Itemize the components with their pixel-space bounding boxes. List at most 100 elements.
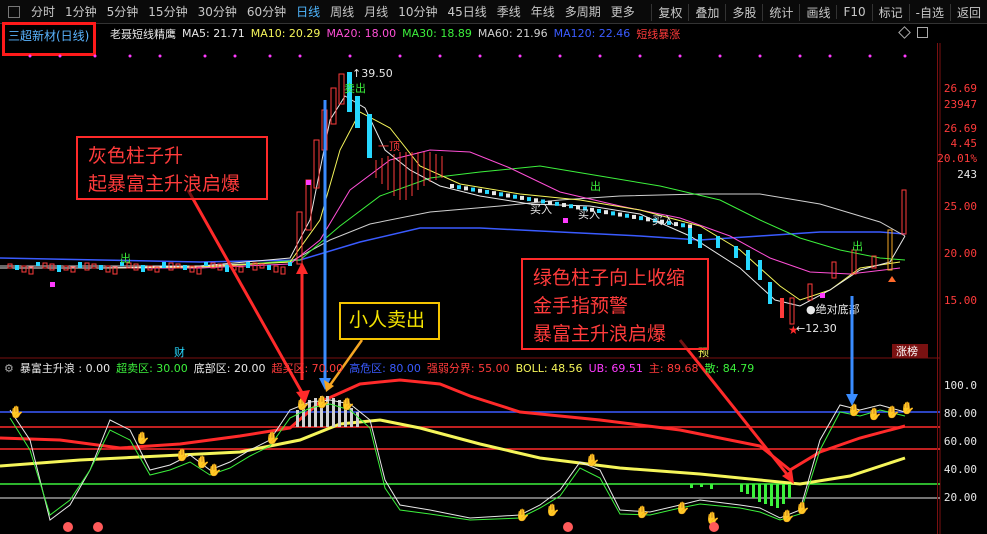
tab-14[interactable]: 更多 bbox=[606, 3, 640, 20]
annotation-small: 小人卖出 bbox=[339, 302, 440, 340]
buy2-label: 买入 bbox=[578, 208, 600, 221]
right-tab-6[interactable]: 标记 bbox=[871, 3, 909, 21]
svg-text:✋: ✋ bbox=[265, 431, 280, 445]
annotation-small-text: 小人卖出 bbox=[349, 309, 426, 331]
axis-tick-8: 20.00 bbox=[943, 247, 977, 260]
tab-4[interactable]: 30分钟 bbox=[193, 3, 242, 20]
svg-text:✋: ✋ bbox=[867, 407, 882, 421]
svg-text:✋: ✋ bbox=[175, 448, 190, 462]
ma10-label: MA10: 20.29 bbox=[250, 27, 321, 40]
svg-text:✋: ✋ bbox=[885, 405, 900, 419]
tab-7[interactable]: 周线 bbox=[325, 3, 359, 20]
kline-chart[interactable]: ★ ↑39.50 ←12.30 卖出 一顶 买入 买入 买入 出 出 出 ●绝对… bbox=[0, 43, 987, 534]
axis-tick-2: 23947 bbox=[943, 98, 977, 111]
right-tab-8[interactable]: 返回 bbox=[949, 3, 987, 21]
svg-text:✋: ✋ bbox=[207, 463, 222, 477]
main: 主: 89.68 bbox=[648, 362, 699, 375]
svg-text:✋: ✋ bbox=[635, 505, 650, 519]
annotation-green: 绿色柱子向上收缩 金手指预警 暴富主升浪启爆 bbox=[521, 258, 709, 350]
info-bar: 老聂短线精鹰 MA5: 21.71 MA10: 20.29 MA20: 18.0… bbox=[0, 24, 940, 43]
indicator-name: 老聂短线精鹰 bbox=[110, 27, 176, 41]
axis-tick-6: 243 bbox=[957, 168, 977, 181]
ma20-label: MA20: 18.00 bbox=[326, 27, 397, 40]
svg-text:✋: ✋ bbox=[780, 509, 795, 523]
right-tab-1[interactable]: 叠加 bbox=[688, 3, 725, 21]
lower-axis-5: 20.00 bbox=[943, 491, 977, 504]
right-tab-7[interactable]: -自选 bbox=[908, 3, 950, 21]
ma120-label: MA120: 22.46 bbox=[553, 27, 631, 40]
chu3-label: 出 bbox=[852, 239, 863, 253]
tab-11[interactable]: 季线 bbox=[492, 3, 526, 20]
tab-12[interactable]: 年线 bbox=[526, 3, 560, 20]
menu-icon[interactable] bbox=[8, 5, 20, 18]
axis-tick-4: 4.45 bbox=[950, 137, 978, 150]
retail: 散: 84.79 bbox=[704, 362, 755, 375]
lower-panel-header: ⚙ 暴富主升浪 : 0.00 超卖区: 30.00 底部区: 20.00 超买区… bbox=[0, 360, 940, 376]
lower-axis-1: 100.0 bbox=[943, 379, 977, 392]
annotation-gray-line2: 起暴富主升浪启爆 bbox=[88, 173, 241, 195]
annotation-gray-line1: 灰色柱子升 bbox=[88, 145, 184, 167]
tab-10[interactable]: 45日线 bbox=[442, 3, 491, 20]
overbuy-zone: 超买区: 70.00 bbox=[271, 362, 344, 375]
ub: UB: 69.51 bbox=[588, 361, 643, 375]
svg-text:✋: ✋ bbox=[675, 501, 690, 515]
right-tab-2[interactable]: 多股 bbox=[725, 3, 762, 21]
lower-axis-4: 40.00 bbox=[943, 463, 977, 476]
tab-3[interactable]: 15分钟 bbox=[143, 3, 192, 20]
top-toolbar: 分时 1分钟 5分钟 15分钟 30分钟 60分钟 日线 周线 月线 10分钟 45日线 季线 年线 多周… bbox=[0, 0, 987, 24]
axis-tick-3: 26.69 bbox=[943, 122, 977, 135]
tab-1[interactable]: 1分钟 bbox=[60, 3, 102, 20]
sell-top-label: 卖出 bbox=[344, 81, 366, 95]
tab-0[interactable]: 分时 bbox=[26, 3, 60, 20]
strong-weak: 强弱分界: 55.00 bbox=[426, 362, 510, 375]
buy3-label: 买入 bbox=[652, 214, 674, 227]
axis-tick-5: 20.01% bbox=[937, 152, 977, 165]
right-tab-3[interactable]: 统计 bbox=[762, 3, 799, 21]
annotation-gray: 灰色柱子升 起暴富主升浪启爆 bbox=[76, 136, 268, 200]
stock-name: 三超新材(日线) bbox=[8, 29, 90, 43]
annotation-green-line2: 金手指预警 bbox=[533, 295, 629, 317]
svg-text:✋: ✋ bbox=[545, 503, 560, 517]
buy-zone: 超卖区: 30.00 bbox=[116, 362, 188, 375]
dayi-label: 一顶 bbox=[378, 140, 400, 153]
tab-8[interactable]: 月线 bbox=[359, 3, 393, 20]
svg-text:✋: ✋ bbox=[515, 508, 530, 522]
zhangbang-label: 涨榜 bbox=[896, 344, 918, 358]
axis-tick-7: 25.00 bbox=[943, 200, 977, 213]
svg-text:✋: ✋ bbox=[135, 431, 150, 445]
right-tab-4[interactable]: 画线 bbox=[799, 3, 836, 21]
axis-tick-1: 26.69 bbox=[943, 82, 977, 95]
tab-6[interactable]: 日线 bbox=[291, 3, 325, 20]
ma30-label: MA30: 18.89 bbox=[402, 27, 472, 40]
svg-text:✋: ✋ bbox=[9, 405, 24, 419]
tab-13[interactable]: 多周期 bbox=[560, 3, 606, 20]
expand-icon[interactable] bbox=[917, 27, 928, 38]
settings-icon[interactable]: ⚙ bbox=[4, 362, 14, 375]
ma5-label: MA5: 21.71 bbox=[182, 27, 245, 40]
buy1-label: 买入 bbox=[530, 203, 552, 216]
tab-9[interactable]: 10分钟 bbox=[393, 3, 442, 20]
chu2-label: 出 bbox=[590, 179, 601, 193]
tab-2[interactable]: 5分钟 bbox=[102, 3, 144, 20]
high-danger: 高危区: 80.00 bbox=[349, 362, 421, 375]
svg-text:✋: ✋ bbox=[340, 397, 355, 411]
tab-5[interactable]: 60分钟 bbox=[242, 3, 291, 20]
svg-text:✋: ✋ bbox=[585, 453, 600, 467]
lower-name: 暴富主升浪 : 0.00 bbox=[19, 362, 111, 375]
boll: BOLL: 48.56 bbox=[515, 361, 583, 375]
right-tab-0[interactable]: 复权 bbox=[651, 3, 688, 21]
svg-text:✋: ✋ bbox=[315, 395, 330, 409]
svg-text:✋: ✋ bbox=[847, 403, 862, 417]
annotation-green-line3: 暴富主升浪启爆 bbox=[533, 323, 667, 345]
ma60-label: MA60: 21.96 bbox=[477, 27, 548, 40]
price-axis bbox=[937, 43, 987, 534]
svg-text:✋: ✋ bbox=[795, 501, 810, 515]
right-tab-5[interactable]: F10 bbox=[836, 5, 871, 19]
chu1-label: 出 bbox=[120, 251, 131, 265]
tag-label: 短线暴涨 bbox=[636, 27, 681, 41]
lower-axis-3: 60.00 bbox=[943, 435, 977, 448]
axis-tick-9: 15.00 bbox=[943, 294, 977, 307]
svg-text:✋: ✋ bbox=[900, 401, 915, 415]
cai-label: 财 bbox=[174, 345, 185, 359]
high-label: ↑39.50 bbox=[352, 67, 393, 80]
